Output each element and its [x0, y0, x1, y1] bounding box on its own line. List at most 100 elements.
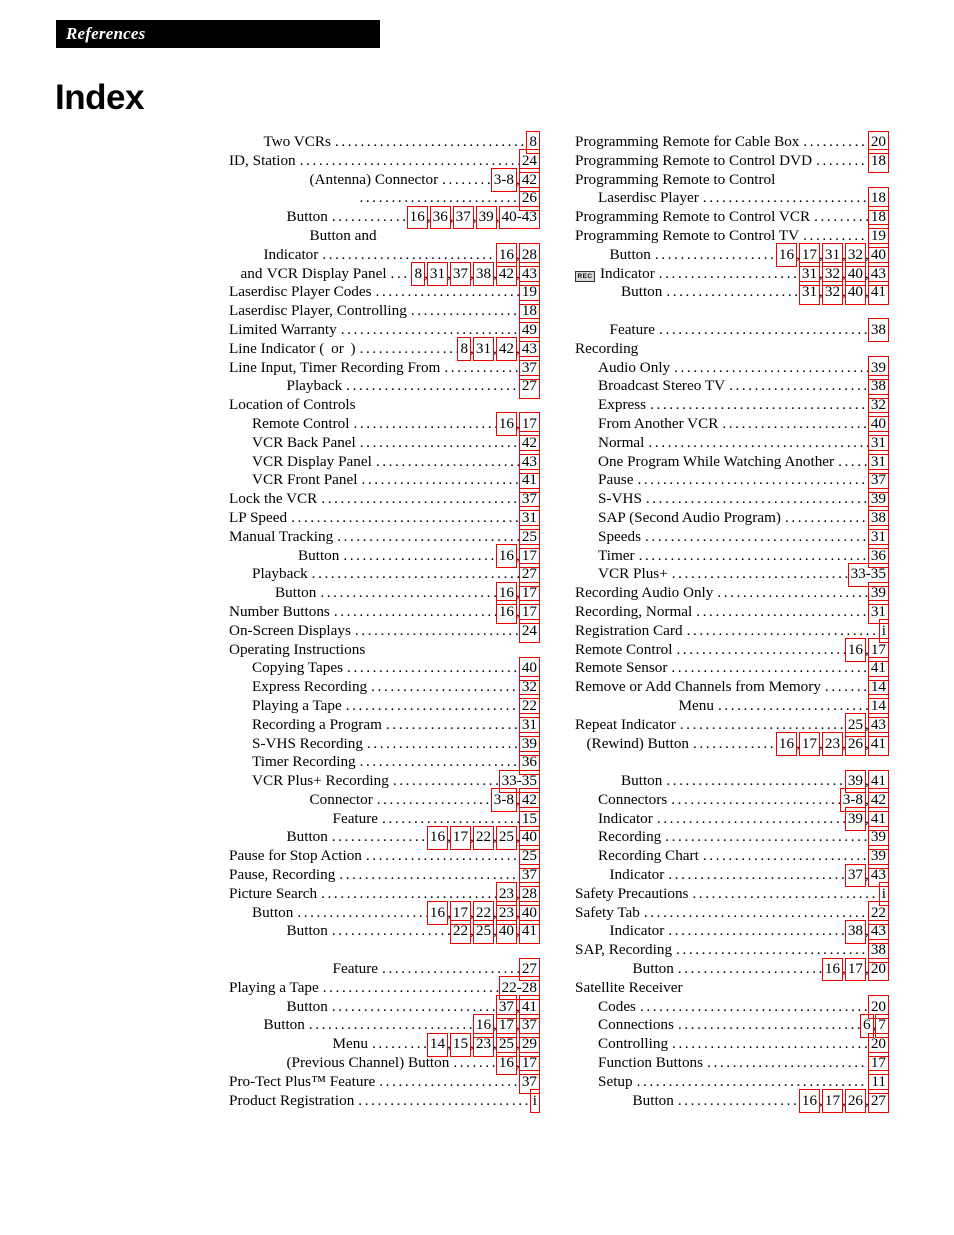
page-number-highlight[interactable]: 25: [844, 713, 867, 737]
page-number-highlight[interactable]: 23: [495, 882, 518, 907]
page-number-highlight[interactable]: 39: [867, 844, 889, 869]
page-number-highlight[interactable]: 31: [798, 262, 821, 286]
page-number-highlight[interactable]: 39: [867, 487, 889, 512]
page-number-highlight[interactable]: 36: [429, 205, 451, 230]
page-number-highlight[interactable]: 39: [475, 205, 497, 230]
page-number-highlight[interactable]: 22: [449, 919, 472, 944]
page-number-highlight[interactable]: 16: [821, 957, 844, 982]
page-number-highlight[interactable]: 17: [518, 600, 540, 625]
page-number-highlight[interactable]: 18: [867, 186, 889, 211]
page-number-highlight[interactable]: 41: [867, 769, 889, 794]
page-number-highlight[interactable]: 41: [867, 656, 889, 681]
page-number-highlight[interactable]: 16: [495, 412, 518, 437]
page-number-highlight[interactable]: 37: [452, 205, 474, 230]
page-number-highlight[interactable]: 20: [867, 995, 889, 1019]
page-number-highlight[interactable]: 16: [775, 243, 798, 268]
page-number-highlight[interactable]: 17: [518, 581, 540, 606]
page-number-highlight[interactable]: 25: [518, 844, 540, 869]
page-number-highlight[interactable]: 24: [518, 149, 540, 174]
page-number-highlight[interactable]: 39: [867, 581, 889, 606]
page-number-highlight[interactable]: 37: [449, 262, 472, 286]
page-number-highlight[interactable]: i: [878, 619, 889, 644]
page-number-highlight[interactable]: 37: [844, 863, 867, 888]
page-number-highlight[interactable]: 43: [867, 863, 889, 888]
page-number-highlight[interactable]: 36: [518, 750, 540, 775]
page-number-highlight[interactable]: 27: [518, 374, 540, 399]
page-number-highlight[interactable]: 40: [844, 262, 867, 286]
page-number-highlight[interactable]: 16: [426, 901, 449, 925]
page-number-highlight[interactable]: 8: [411, 262, 426, 286]
page-number-highlight[interactable]: 27: [518, 562, 540, 587]
page-number-highlight[interactable]: 16: [406, 205, 428, 230]
page-number-highlight[interactable]: 49: [518, 318, 540, 343]
page-number-highlight[interactable]: 17: [798, 732, 821, 756]
page-number-highlight[interactable]: 42: [518, 168, 540, 192]
page-number-highlight[interactable]: 38: [844, 919, 867, 944]
page-number-highlight[interactable]: 26: [518, 186, 540, 211]
page-number-highlight[interactable]: 31: [472, 337, 495, 362]
page-number-highlight[interactable]: 17: [867, 1051, 889, 1076]
page-number-highlight[interactable]: 32: [867, 393, 889, 418]
page-number-highlight[interactable]: 40: [495, 919, 518, 944]
page-number-highlight[interactable]: 39: [844, 769, 867, 794]
page-number-highlight[interactable]: 3-8: [839, 788, 867, 813]
page-number-highlight[interactable]: 31: [867, 431, 889, 456]
page-number-highlight[interactable]: 40: [518, 901, 540, 925]
page-number-highlight[interactable]: 22-28: [498, 976, 540, 1001]
page-number-highlight[interactable]: 19: [518, 280, 540, 305]
page-number-highlight[interactable]: 22: [518, 694, 540, 719]
page-number-highlight[interactable]: 40: [867, 243, 889, 268]
page-number-highlight[interactable]: 19: [867, 224, 889, 249]
page-number-highlight[interactable]: 18: [518, 299, 540, 324]
page-number-highlight[interactable]: 31: [518, 713, 540, 737]
page-number-highlight[interactable]: 38: [867, 506, 889, 531]
page-number-highlight[interactable]: 27: [867, 1089, 889, 1113]
page-number-highlight[interactable]: 43: [518, 450, 540, 474]
page-number-highlight[interactable]: 17: [518, 412, 540, 437]
page-number-highlight[interactable]: 43: [867, 713, 889, 737]
page-number-highlight[interactable]: 6: [860, 1013, 874, 1038]
page-number-highlight[interactable]: 20: [867, 957, 889, 982]
page-number-highlight[interactable]: 32: [821, 262, 844, 286]
page-number-highlight[interactable]: 36: [867, 544, 889, 568]
page-number-highlight[interactable]: 42: [518, 788, 540, 813]
page-number-highlight[interactable]: 37: [518, 1013, 540, 1038]
page-number-highlight[interactable]: 41: [867, 732, 889, 756]
page-number-highlight[interactable]: 31: [518, 506, 540, 531]
page-number-highlight[interactable]: 43: [867, 262, 889, 286]
page-number-highlight[interactable]: 40-43: [498, 205, 540, 230]
page-number-highlight[interactable]: 14: [867, 675, 889, 700]
page-number-highlight[interactable]: 16: [495, 544, 518, 568]
page-number-highlight[interactable]: 37: [518, 356, 540, 380]
page-number-highlight[interactable]: 11: [868, 1070, 889, 1095]
page-number-highlight[interactable]: 16: [495, 1051, 518, 1076]
page-number-highlight[interactable]: 22: [472, 901, 495, 925]
page-number-highlight[interactable]: 7: [875, 1013, 889, 1038]
page-number-highlight[interactable]: 17: [518, 1051, 540, 1076]
page-number-highlight[interactable]: 32: [518, 675, 540, 700]
page-number-highlight[interactable]: 31: [867, 525, 889, 550]
page-number-highlight[interactable]: 22: [472, 825, 495, 850]
page-number-highlight[interactable]: 38: [867, 318, 889, 343]
page-number-highlight[interactable]: 16: [775, 732, 798, 756]
page-number-highlight[interactable]: 16: [844, 638, 867, 662]
page-number-highlight[interactable]: 16: [495, 581, 518, 606]
page-number-highlight[interactable]: 43: [867, 919, 889, 944]
page-number-highlight[interactable]: 28: [518, 243, 540, 268]
page-number-highlight[interactable]: 14: [426, 1032, 449, 1057]
page-number-highlight[interactable]: 37: [518, 487, 540, 512]
page-number-highlight[interactable]: 42: [867, 788, 889, 813]
page-number-highlight[interactable]: 41: [867, 280, 889, 305]
page-number-highlight[interactable]: 41: [867, 807, 889, 831]
page-number-highlight[interactable]: 8: [526, 130, 540, 155]
page-number-highlight[interactable]: 43: [518, 337, 540, 362]
page-number-highlight[interactable]: 17: [449, 825, 472, 850]
page-number-highlight[interactable]: 27: [518, 957, 540, 982]
page-number-highlight[interactable]: 3-8: [490, 788, 518, 813]
page-number-highlight[interactable]: 17: [495, 1013, 518, 1038]
page-number-highlight[interactable]: 23: [472, 1032, 495, 1057]
page-number-highlight[interactable]: 22: [867, 901, 889, 925]
page-number-highlight[interactable]: 42: [495, 262, 518, 286]
page-number-highlight[interactable]: 17: [798, 243, 821, 268]
page-number-highlight[interactable]: 41: [518, 995, 540, 1019]
